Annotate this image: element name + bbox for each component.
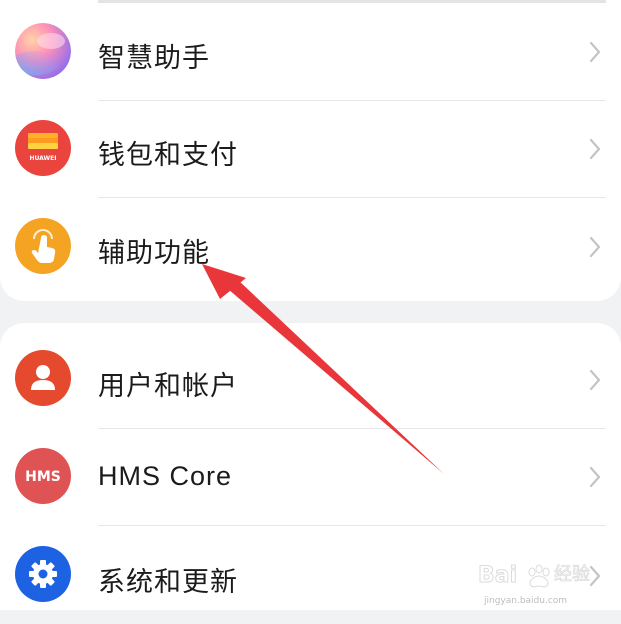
svg-text:Bai: Bai: [478, 563, 517, 588]
watermark-url: jingyan.baidu.com: [484, 596, 568, 606]
annotation-arrow: [202, 264, 444, 474]
watermark-brand: 经验: [554, 564, 590, 585]
